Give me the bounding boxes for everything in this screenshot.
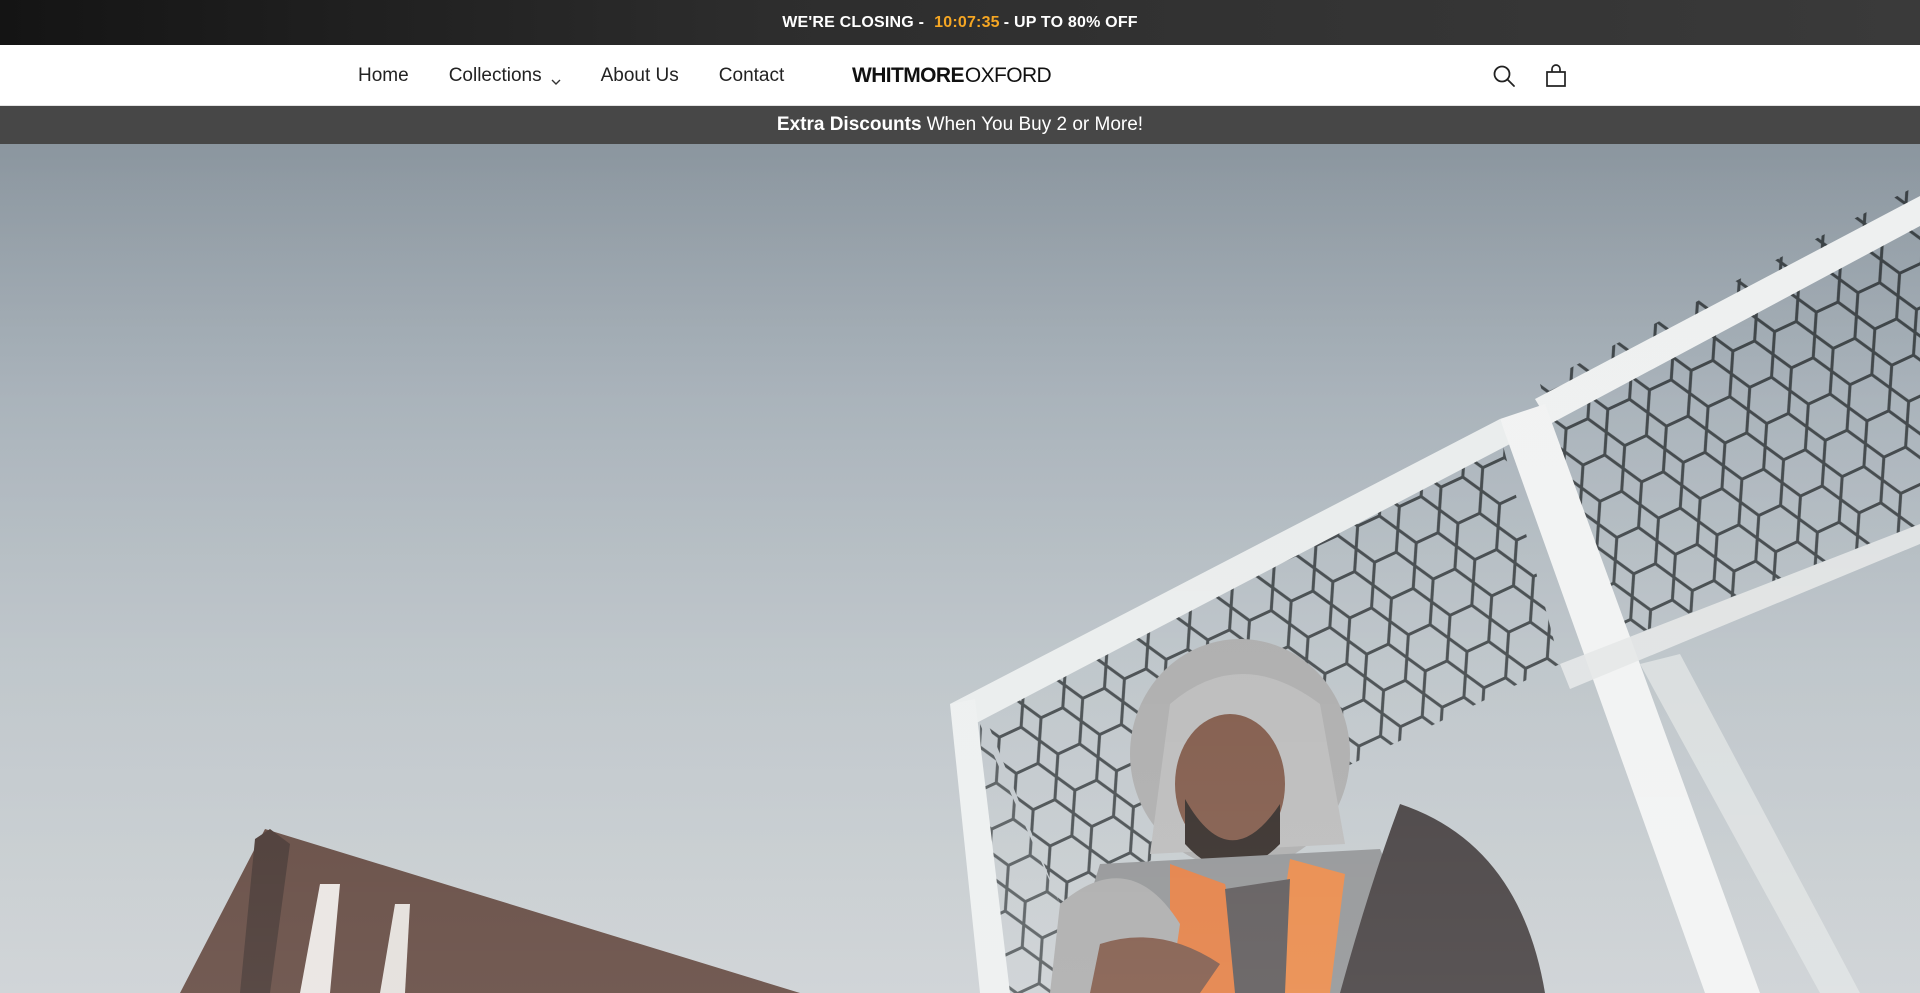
promo-suffix: - UP TO 80% OFF <box>1003 13 1138 31</box>
hero-banner <box>0 144 1920 993</box>
shopping-bag-icon[interactable] <box>1542 62 1570 90</box>
brand-logo[interactable]: WHITMORE OXFORD <box>852 62 1052 90</box>
countdown-timer: 10:07:35 <box>934 13 1000 31</box>
nav-collections-label: Collections <box>448 64 542 86</box>
nav-home[interactable]: Home <box>358 65 409 87</box>
hero-image <box>0 144 1920 993</box>
logo-bold-text: WHITMORE <box>852 64 964 87</box>
nav-about-us-label: About Us <box>600 64 679 86</box>
search-icon[interactable] <box>1490 62 1518 90</box>
nav-contact[interactable]: Contact <box>719 65 784 87</box>
logo-light-text: OXFORD <box>964 64 1052 87</box>
promo-bar: WE'RE CLOSING - 10:07:35 - UP TO 80% OFF <box>0 0 1920 45</box>
discount-text: When You Buy 2 or More! <box>926 114 1144 135</box>
header-icons <box>1490 45 1570 106</box>
nav-contact-label: Contact <box>718 64 785 86</box>
chevron-down-icon <box>551 71 561 85</box>
main-nav: Home Collections About Us Contact <box>358 45 824 106</box>
promo-prefix: WE'RE CLOSING - <box>782 13 925 31</box>
discount-banner: Extra Discounts When You Buy 2 or More! <box>0 106 1920 144</box>
nav-collections[interactable]: Collections <box>449 65 561 87</box>
nav-about-us[interactable]: About Us <box>601 65 679 87</box>
site-header: Home Collections About Us Contact WHITMO… <box>0 45 1920 106</box>
discount-bold-text: Extra Discounts <box>776 114 922 135</box>
nav-home-label: Home <box>358 64 409 86</box>
